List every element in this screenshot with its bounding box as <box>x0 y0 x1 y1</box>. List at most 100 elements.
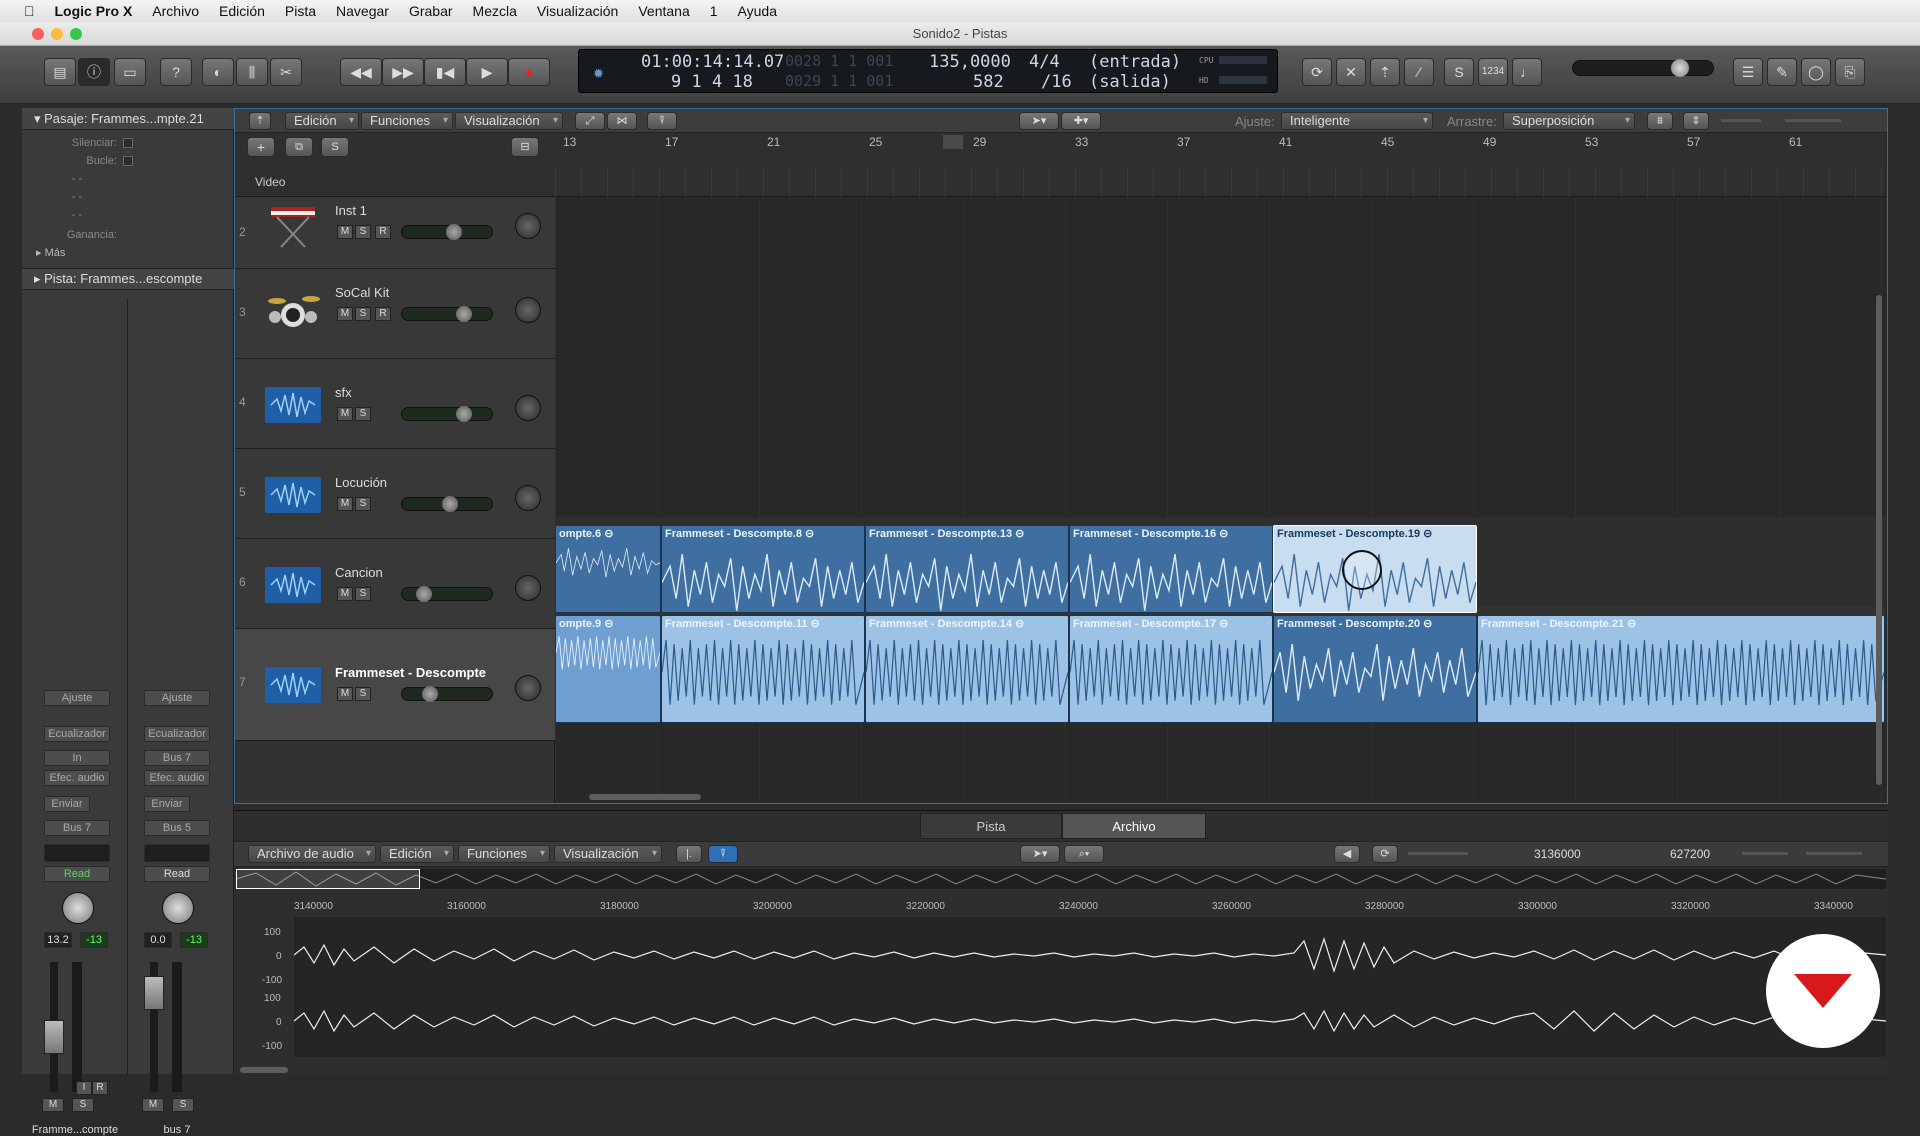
vertical-zoom-slider[interactable] <box>1721 119 1761 122</box>
strip2-pan-knob[interactable] <box>162 892 194 924</box>
volume-knob[interactable] <box>422 686 438 702</box>
audio-region-selected[interactable]: Frammeset - Descompte.19 ⊝ <box>1273 525 1477 613</box>
lcd-key[interactable]: 582 <box>973 72 1004 92</box>
track-mute-button[interactable]: M <box>337 307 353 321</box>
strip1-solo-button[interactable]: S <box>72 1098 94 1112</box>
audio-region[interactable]: Frammeset - Descompte.13 ⊝ <box>865 525 1069 613</box>
track-mute-button[interactable]: M <box>337 687 353 701</box>
track-solo-button[interactable]: S <box>355 307 371 321</box>
track-mute-button[interactable]: M <box>337 587 353 601</box>
volume-knob[interactable] <box>416 586 432 602</box>
cycle-icon[interactable]: ⟳ <box>1302 58 1332 86</box>
ajuste-select[interactable]: Inteligente <box>1281 112 1433 130</box>
track-mute-button[interactable]: M <box>337 497 353 511</box>
track-volume-slider[interactable] <box>401 586 493 602</box>
master-volume-knob[interactable] <box>1671 59 1689 77</box>
loop-browser-icon[interactable]: ◯ <box>1801 58 1831 86</box>
strip2-automation-mode[interactable]: Read <box>144 866 210 882</box>
track-pan-knob[interactable] <box>515 485 541 511</box>
strip1-sends-slot[interactable]: Enviar <box>44 796 90 812</box>
bucle-checkbox[interactable] <box>123 156 133 166</box>
collapse-icon[interactable]: ⊟ <box>511 137 539 157</box>
lcd-settings-icon[interactable]: ✹ <box>593 62 604 83</box>
visualizacion-menu[interactable]: Visualización <box>455 112 563 130</box>
track-pan-knob[interactable] <box>515 213 541 239</box>
menu-edicion[interactable]: Edición <box>209 3 275 19</box>
track-volume-slider[interactable] <box>401 224 493 240</box>
lcd-output[interactable]: (salida) <box>1089 72 1171 92</box>
track-name[interactable]: Frammeset - Descompte <box>335 665 486 680</box>
strip1-ajuste-button[interactable]: Ajuste <box>44 690 110 706</box>
strip1-output-button[interactable]: Bus 7 <box>44 820 110 836</box>
strip2-fader[interactable] <box>144 976 164 1010</box>
replace-icon[interactable]: ✕ <box>1336 58 1366 86</box>
menu-1[interactable]: 1 <box>700 3 728 19</box>
strip1-group-slot[interactable] <box>44 844 110 862</box>
track-row-7[interactable]: 7 Frammeset - Descompte M S <box>235 629 555 741</box>
archivo-audio-menu[interactable]: Archivo de audio <box>248 845 376 863</box>
folder-icon[interactable]: ⧉ <box>285 137 313 157</box>
lcd-division[interactable]: /16 <box>1041 72 1072 92</box>
menu-pista[interactable]: Pista <box>275 3 326 19</box>
editor-visualizacion-menu[interactable]: Visualización <box>554 845 662 863</box>
catch-icon[interactable]: ⍒ <box>647 112 677 130</box>
strip1-effects-slot[interactable]: Efec. audio <box>44 770 110 786</box>
menu-navegar[interactable]: Navegar <box>326 3 399 19</box>
audio-region[interactable]: ompte.6 ⊝ <box>555 525 661 613</box>
strip1-input-button[interactable]: In <box>44 750 110 766</box>
list-editors-icon[interactable]: ☰ <box>1733 58 1763 86</box>
track-row-3[interactable]: 3 SoCal Kit M S R <box>235 269 555 359</box>
strip1-mute-button[interactable]: M <box>42 1098 64 1112</box>
editor-edicion-menu[interactable]: Edición <box>380 845 454 863</box>
audio-region[interactable]: ompte.9 ⊝ <box>555 615 661 723</box>
track-solo-button[interactable]: S <box>355 587 371 601</box>
track-solo-button[interactable]: S <box>355 225 371 239</box>
strip1-pan-knob[interactable] <box>62 892 94 924</box>
strip2-solo-button[interactable]: S <box>172 1098 194 1112</box>
track-row-4[interactable]: 4 sfx M S <box>235 359 555 449</box>
audio-region[interactable]: Frammeset - Descompte.11 ⊝ <box>661 615 865 723</box>
strip1-automation-mode[interactable]: Read <box>44 866 110 882</box>
track-name[interactable]: Locución <box>335 475 387 490</box>
track-volume-slider[interactable] <box>401 306 493 322</box>
rewind-button[interactable]: ◀◀ <box>340 58 382 86</box>
strip2-input-button[interactable]: Bus 7 <box>144 750 210 766</box>
waveform-zoom-icon[interactable]: ⩩ <box>1647 112 1673 130</box>
master-volume-slider[interactable] <box>1572 59 1714 77</box>
strip2-output-button[interactable]: Bus 5 <box>144 820 210 836</box>
audio-region[interactable]: Frammeset - Descompte.17 ⊝ <box>1069 615 1273 723</box>
audio-region[interactable]: Frammeset - Descompte.8 ⊝ <box>661 525 865 613</box>
track-mute-button[interactable]: M <box>337 225 353 239</box>
funciones-menu[interactable]: Funciones <box>361 112 453 130</box>
strip2-group-slot[interactable] <box>144 844 210 862</box>
playhead-marker[interactable] <box>943 135 963 149</box>
notepad-icon[interactable]: ✎ <box>1767 58 1797 86</box>
tab-pista[interactable]: Pista <box>920 813 1062 839</box>
tab-archivo[interactable]: Archivo <box>1062 813 1206 839</box>
volume-knob[interactable] <box>442 496 458 512</box>
track-solo-button[interactable]: S <box>355 407 371 421</box>
audio-region[interactable]: Frammeset - Descompte.14 ⊝ <box>865 615 1069 723</box>
volume-knob[interactable] <box>456 306 472 322</box>
menu-mezcla[interactable]: Mezcla <box>463 3 527 19</box>
lcd-signature[interactable]: 4/4 <box>1029 52 1060 72</box>
track-volume-slider[interactable] <box>401 496 493 512</box>
editor-horizontal-scrollbar[interactable] <box>240 1067 288 1073</box>
menu-app[interactable]: Logic Pro X <box>45 3 143 19</box>
marker-icon[interactable]: |. <box>676 845 702 863</box>
vertical-zoom-icon[interactable]: ⇕ <box>1683 112 1709 130</box>
track-name[interactable]: SoCal Kit <box>335 285 389 300</box>
autopunch-icon[interactable]: ⇡ <box>1370 58 1400 86</box>
track-row-5[interactable]: 5 Locución M S <box>235 449 555 539</box>
track-pan-knob[interactable] <box>515 395 541 421</box>
lcd-tempo[interactable]: 135,0000 <box>929 52 1011 72</box>
browser-icon[interactable]: ⎘ <box>1835 58 1865 86</box>
audio-region[interactable]: Frammeset - Descompte.20 ⊝ <box>1273 615 1477 723</box>
track-record-button[interactable]: R <box>375 225 391 239</box>
track-pan-knob[interactable] <box>515 675 541 701</box>
track-solo-button[interactable]: S <box>355 687 371 701</box>
region-inspector-header[interactable]: ▾ Pasaje: Frammes...mpte.21 <box>22 108 234 130</box>
track-pan-knob[interactable] <box>515 297 541 323</box>
solo-icon[interactable]: S <box>1444 58 1474 86</box>
menu-grabar[interactable]: Grabar <box>399 3 463 19</box>
